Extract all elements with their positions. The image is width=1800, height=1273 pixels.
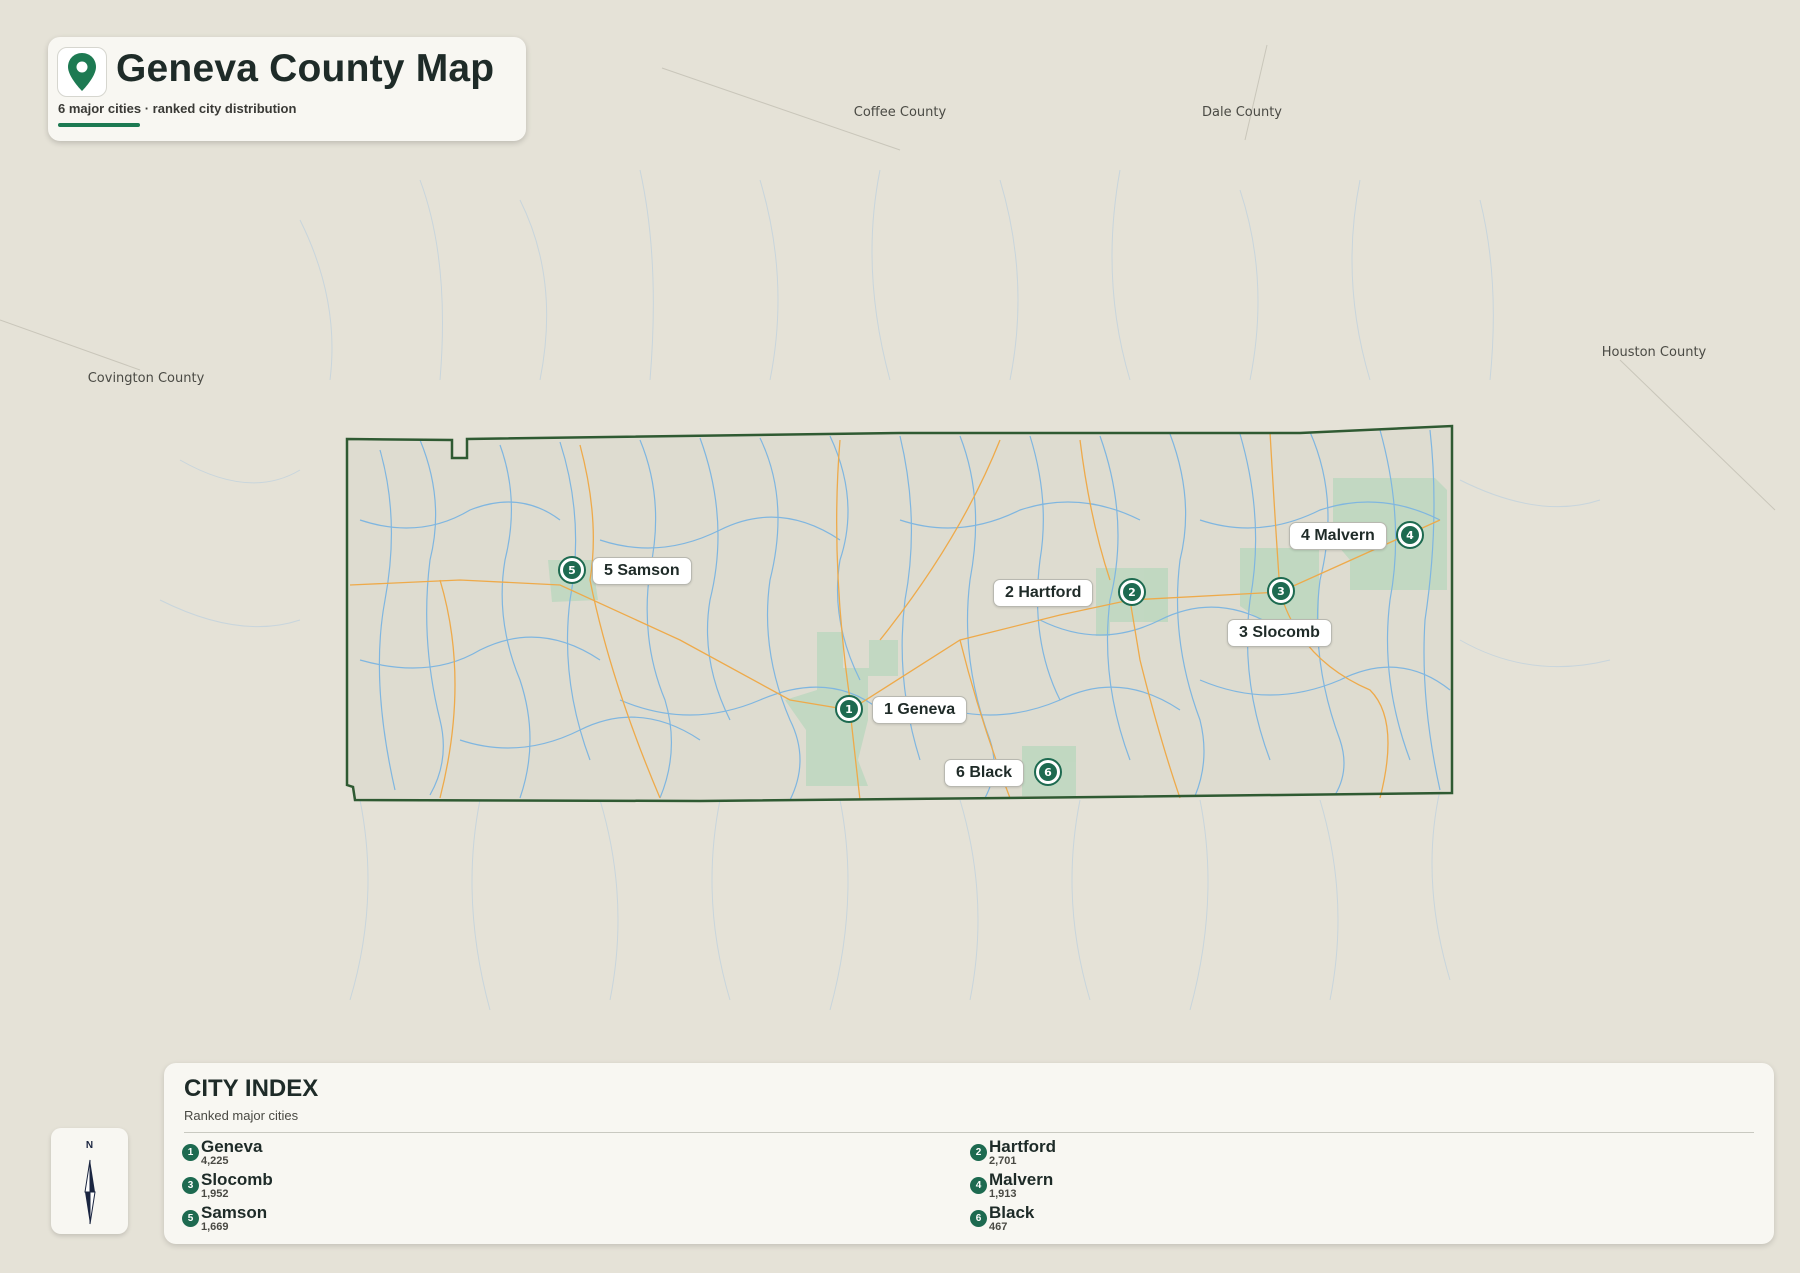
index-item-malvern[interactable]: 4 Malvern 1,913: [970, 1170, 1270, 1200]
compass-north-label: N: [85, 1140, 94, 1151]
index-city-name: Slocomb: [201, 1170, 273, 1189]
svg-text:3: 3: [1277, 585, 1285, 598]
index-city-population: 1,952: [201, 1188, 229, 1200]
index-city-population: 4,225: [201, 1155, 229, 1167]
index-item-samson[interactable]: 5 Samson 1,669: [182, 1203, 482, 1233]
neighbor-label-covington-county: Covington County: [88, 371, 205, 386]
index-item-geneva[interactable]: 1 Geneva 4,225: [182, 1137, 482, 1167]
rank-badge: 5: [182, 1210, 199, 1227]
index-city-name: Hartford: [989, 1137, 1057, 1156]
rank-badge: 3: [182, 1177, 199, 1194]
index-city-population: 2,701: [989, 1155, 1017, 1167]
divider: [184, 1132, 1754, 1133]
rank-badge: 6: [970, 1210, 987, 1227]
city-label-malvern[interactable]: 4 Malvern: [1289, 522, 1387, 550]
city-pin-malvern[interactable]: 4: [1396, 521, 1424, 549]
city-pin-samson[interactable]: 5: [558, 556, 586, 584]
svg-text:1: 1: [845, 703, 853, 716]
city-index-subheading: Ranked major cities: [184, 1108, 299, 1123]
page-subtitle: 6 major cities · ranked city distributio…: [58, 101, 297, 116]
city-pin-hartford[interactable]: 2: [1118, 578, 1146, 606]
neighbor-label-houston-county: Houston County: [1602, 345, 1707, 360]
accent-bar: [58, 123, 140, 127]
city-label-black[interactable]: 6 Black: [944, 759, 1025, 787]
index-city-name: Samson: [201, 1203, 268, 1222]
svg-text:4: 4: [1406, 529, 1414, 542]
svg-text:5: 5: [568, 564, 576, 577]
index-item-black[interactable]: 6 Black 467: [970, 1203, 1270, 1233]
index-city-name: Black: [989, 1203, 1035, 1222]
neighbor-label-coffee-county: Coffee County: [854, 105, 947, 120]
city-pin-geneva[interactable]: 1: [835, 695, 863, 723]
svg-text:2: 2: [1128, 586, 1136, 599]
map-pin-icon: [57, 47, 107, 97]
city-index-heading: CITY INDEX: [184, 1075, 319, 1102]
rank-badge: 1: [182, 1144, 199, 1161]
neighbor-label-dale-county: Dale County: [1202, 105, 1282, 120]
index-item-slocomb[interactable]: 3 Slocomb 1,952: [182, 1170, 482, 1200]
svg-text:6: 6: [1044, 766, 1052, 779]
city-label-geneva[interactable]: 1 Geneva: [872, 696, 968, 724]
city-index-panel: CITY INDEX Ranked major cities 1 Geneva …: [164, 1063, 1774, 1244]
page-title: Geneva County Map: [116, 47, 495, 90]
index-city-name: Geneva: [201, 1137, 263, 1156]
index-city-population: 1,669: [201, 1221, 229, 1233]
city-pin-black[interactable]: 6: [1034, 758, 1062, 786]
rank-badge: 4: [970, 1177, 987, 1194]
title-card: Geneva County Map 6 major cities · ranke…: [48, 37, 526, 141]
rank-badge: 2: [970, 1144, 987, 1161]
compass-needle-icon: [84, 1159, 96, 1225]
index-item-hartford[interactable]: 2 Hartford 2,701: [970, 1137, 1270, 1167]
index-city-name: Malvern: [989, 1170, 1054, 1189]
compass: N: [51, 1128, 128, 1234]
index-city-population: 467: [989, 1221, 1008, 1233]
city-pin-slocomb[interactable]: 3: [1267, 577, 1295, 605]
city-label-hartford[interactable]: 2 Hartford: [993, 579, 1094, 607]
index-city-population: 1,913: [989, 1188, 1017, 1200]
city-label-slocomb[interactable]: 3 Slocomb: [1227, 619, 1332, 647]
city-label-samson[interactable]: 5 Samson: [592, 557, 692, 585]
